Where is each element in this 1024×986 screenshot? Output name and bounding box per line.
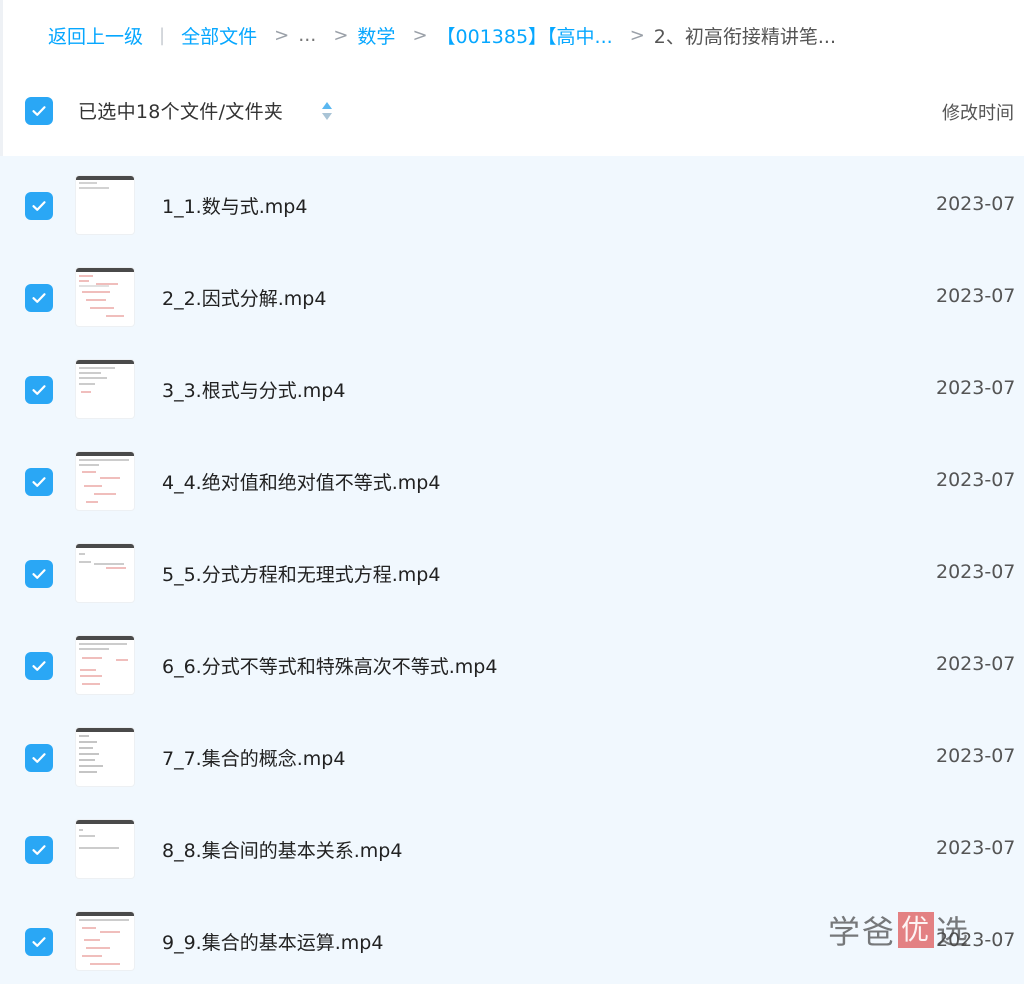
table-row[interactable]: 2_2.因式分解.mp4 2023-07 <box>0 250 1024 342</box>
file-name[interactable]: 1_1.数与式.mp4 <box>162 192 307 219</box>
table-row[interactable]: 3_3.根式与分式.mp4 2023-07 <box>0 342 1024 434</box>
file-modified-date: 2023-07 <box>936 285 1016 307</box>
video-thumbnail[interactable] <box>76 176 134 234</box>
checkmark-icon <box>32 569 46 579</box>
video-thumbnail[interactable] <box>76 636 134 694</box>
video-thumbnail[interactable] <box>76 912 134 970</box>
chevron-right-icon: > <box>629 24 645 46</box>
select-all-checkbox[interactable] <box>25 97 53 125</box>
row-checkbox[interactable] <box>25 652 53 680</box>
row-checkbox[interactable] <box>25 928 53 956</box>
video-thumbnail[interactable] <box>76 268 134 326</box>
table-row[interactable]: 6_6.分式不等式和特殊高次不等式.mp4 2023-07 <box>0 618 1024 710</box>
back-link[interactable]: 返回上一级 <box>48 22 143 49</box>
checkmark-icon <box>32 937 46 947</box>
row-checkbox[interactable] <box>25 284 53 312</box>
checkmark-icon <box>32 293 46 303</box>
modified-time-column-header[interactable]: 修改时间 <box>942 99 1014 125</box>
file-name[interactable]: 5_5.分式方程和无理式方程.mp4 <box>162 560 440 587</box>
file-modified-date: 2023-07 <box>936 377 1016 399</box>
file-modified-date: 2023-07 <box>936 929 1016 951</box>
file-list: 1_1.数与式.mp4 2023-07 2_2.因式分解.mp4 2023-07… <box>0 156 1024 984</box>
chevron-right-icon: > <box>333 24 349 46</box>
breadcrumb-math[interactable]: 数学 <box>357 22 395 49</box>
checkmark-icon <box>32 385 46 395</box>
video-thumbnail[interactable] <box>76 360 134 418</box>
file-name[interactable]: 4_4.绝对值和绝对值不等式.mp4 <box>162 468 440 495</box>
breadcrumb-all-files[interactable]: 全部文件 <box>181 22 257 49</box>
video-thumbnail[interactable] <box>76 452 134 510</box>
selection-count-label: 已选中18个文件/文件夹 <box>78 101 284 123</box>
file-modified-date: 2023-07 <box>936 653 1016 675</box>
checkmark-icon <box>32 106 46 116</box>
checkmark-icon <box>32 661 46 671</box>
file-modified-date: 2023-07 <box>936 469 1016 491</box>
file-name[interactable]: 9_9.集合的基本运算.mp4 <box>162 928 383 955</box>
table-row[interactable]: 1_1.数与式.mp4 2023-07 <box>0 158 1024 250</box>
video-thumbnail[interactable] <box>76 544 134 602</box>
row-checkbox[interactable] <box>25 744 53 772</box>
breadcrumb-ellipsis[interactable]: ... <box>298 24 316 46</box>
breadcrumb: 返回上一级 | 全部文件 > ... > 数学 > 【001385】【高中...… <box>48 18 836 52</box>
table-row[interactable]: 5_5.分式方程和无理式方程.mp4 2023-07 <box>0 526 1024 618</box>
row-checkbox[interactable] <box>25 836 53 864</box>
checkmark-icon <box>32 201 46 211</box>
file-name[interactable]: 6_6.分式不等式和特殊高次不等式.mp4 <box>162 652 497 679</box>
chevron-right-icon: > <box>412 24 428 46</box>
file-modified-date: 2023-07 <box>936 193 1016 215</box>
row-checkbox[interactable] <box>25 376 53 404</box>
file-modified-date: 2023-07 <box>936 837 1016 859</box>
file-name[interactable]: 2_2.因式分解.mp4 <box>162 284 326 311</box>
file-name[interactable]: 8_8.集合间的基本关系.mp4 <box>162 836 402 863</box>
file-name[interactable]: 3_3.根式与分式.mp4 <box>162 376 345 403</box>
table-row[interactable]: 7_7.集合的概念.mp4 2023-07 <box>0 710 1024 802</box>
row-checkbox[interactable] <box>25 192 53 220</box>
chevron-right-icon: > <box>274 24 290 46</box>
list-header: 已选中18个文件/文件夹 修改时间 <box>0 78 1024 144</box>
video-thumbnail[interactable] <box>76 728 134 786</box>
video-thumbnail[interactable] <box>76 820 134 878</box>
table-row[interactable]: 8_8.集合间的基本关系.mp4 2023-07 <box>0 802 1024 894</box>
sort-icon[interactable] <box>320 99 334 123</box>
breadcrumb-course[interactable]: 【001385】【高中... <box>437 22 613 49</box>
breadcrumb-divider: | <box>159 24 166 46</box>
table-row[interactable]: 4_4.绝对值和绝对值不等式.mp4 2023-07 <box>0 434 1024 526</box>
breadcrumb-current: 2、初高衔接精讲笔... <box>653 25 836 48</box>
file-modified-date: 2023-07 <box>936 745 1016 767</box>
file-modified-date: 2023-07 <box>936 561 1016 583</box>
checkmark-icon <box>32 477 46 487</box>
row-checkbox[interactable] <box>25 468 53 496</box>
file-name[interactable]: 7_7.集合的概念.mp4 <box>162 744 345 771</box>
table-row[interactable]: 9_9.集合的基本运算.mp4 2023-07 <box>0 894 1024 986</box>
checkmark-icon <box>32 753 46 763</box>
checkmark-icon <box>32 845 46 855</box>
row-checkbox[interactable] <box>25 560 53 588</box>
